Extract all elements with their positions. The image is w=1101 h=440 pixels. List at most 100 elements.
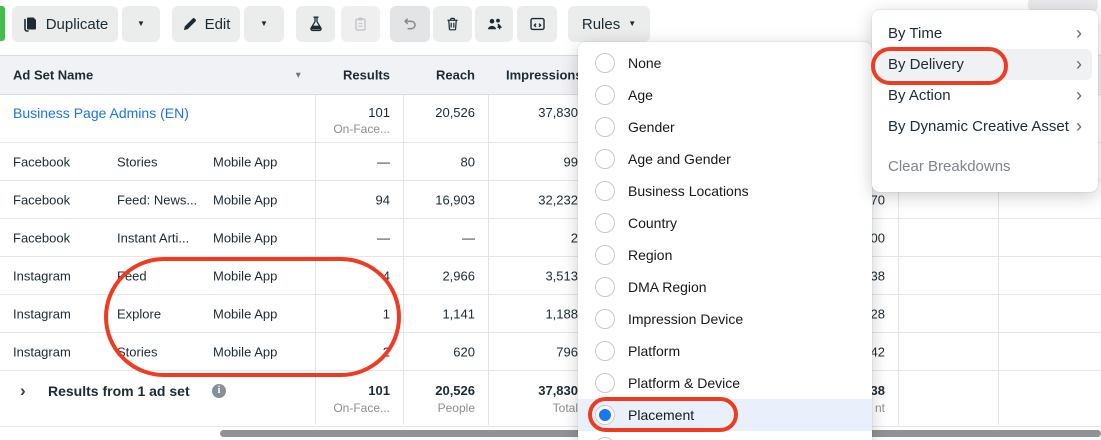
chevron-right-icon: › xyxy=(1076,85,1082,105)
clipboard-button xyxy=(341,6,380,42)
breakdown-option-gender[interactable]: Gender xyxy=(578,111,872,143)
summary-reach: 20,526 xyxy=(435,383,475,398)
breakdown-option-platform-and-device[interactable]: Platform & Device xyxy=(578,367,872,399)
placement-cell: Feed xyxy=(117,268,147,283)
duplicate-button[interactable]: Duplicate xyxy=(12,6,118,42)
duplicate-dropdown-button[interactable]: ▼ xyxy=(122,6,160,42)
expand-chevron-icon[interactable]: › xyxy=(20,381,26,401)
impressions-value: 796 xyxy=(556,344,578,359)
clipped-value: 00 xyxy=(870,230,885,245)
chevron-down-icon: ▼ xyxy=(137,19,145,28)
impressions-value: 1,188 xyxy=(545,306,578,321)
device-cell: Mobile App xyxy=(213,268,278,283)
menu-item-by-action[interactable]: By Action › xyxy=(872,80,1098,111)
header-reach[interactable]: Reach xyxy=(436,68,475,83)
impressions-value: 32,232 xyxy=(538,192,578,207)
placement-cell: Instant Arti... xyxy=(117,230,190,245)
menu-item-clear-breakdowns[interactable]: Clear Breakdowns xyxy=(872,152,1098,180)
clipped-value: 28 xyxy=(870,306,885,321)
radio-icon[interactable] xyxy=(595,373,615,393)
option-label: Platform xyxy=(628,343,681,359)
platform-cell: Facebook xyxy=(13,230,71,245)
table-row[interactable]: Facebook Instant Arti... Mobile App — — … xyxy=(0,219,1101,257)
radio-icon[interactable] xyxy=(595,181,615,201)
placement-cell: Stories xyxy=(117,154,158,169)
device-cell: Mobile App xyxy=(213,154,278,169)
chevron-right-icon: › xyxy=(1076,116,1082,136)
option-label: DMA Region xyxy=(628,279,707,295)
radio-icon[interactable] xyxy=(595,149,615,169)
menu-item-by-delivery[interactable]: By Delivery › xyxy=(878,49,1092,80)
impressions-value: 3,513 xyxy=(545,268,578,283)
radio-icon[interactable] xyxy=(595,85,615,105)
chevron-right-icon: › xyxy=(1076,54,1082,74)
results-subtext: On-Face... xyxy=(333,122,390,136)
reach-value: 80 xyxy=(460,154,475,169)
trash-icon xyxy=(445,16,460,32)
ad-set-link[interactable]: Business Page Admins (EN) xyxy=(13,105,189,121)
reach-value: 16,903 xyxy=(435,192,475,207)
radio-icon[interactable] xyxy=(595,341,615,361)
breakdown-option-partial[interactable] xyxy=(578,431,872,440)
radio-icon[interactable] xyxy=(595,53,615,73)
ads-manager-screen: Duplicate ▼ Edit ▼ Rules ▼ Ad Set Name ▾… xyxy=(0,0,1101,440)
menu-item-by-time[interactable]: By Time › xyxy=(872,18,1098,49)
breakdown-option-placement[interactable]: Placement xyxy=(578,399,872,431)
radio-icon[interactable] xyxy=(595,213,615,233)
header-results[interactable]: Results xyxy=(343,68,390,83)
breakdown-option-age[interactable]: Age xyxy=(578,79,872,111)
option-label: None xyxy=(628,55,662,71)
device-cell: Mobile App xyxy=(213,306,278,321)
radio-icon[interactable] xyxy=(595,245,615,265)
option-label: Country xyxy=(628,215,678,231)
breakdown-option-none[interactable]: None xyxy=(578,47,872,79)
option-label: Platform & Device xyxy=(628,375,741,391)
breakdown-option-region[interactable]: Region xyxy=(578,239,872,271)
rules-label: Rules xyxy=(581,15,621,33)
menu-item-by-dynamic-creative-asset[interactable]: By Dynamic Creative Asset › xyxy=(872,111,1098,142)
radio-icon[interactable] xyxy=(595,309,615,329)
flask-icon xyxy=(308,16,324,32)
breakdown-option-age-and-gender[interactable]: Age and Gender xyxy=(578,143,872,175)
results-value: 94 xyxy=(375,192,390,207)
breakdown-option-business-locations[interactable]: Business Locations xyxy=(578,175,872,207)
table-row[interactable]: Instagram Stories Mobile App 2 620 796 4… xyxy=(0,333,1101,371)
radio-icon[interactable] xyxy=(595,277,615,297)
platform-cell: Instagram xyxy=(13,268,71,283)
radio-selected-icon[interactable] xyxy=(595,405,615,425)
placement-cell: Stories xyxy=(117,344,158,359)
table-row[interactable]: Instagram Feed Mobile App 4 2,966 3,513 … xyxy=(0,257,1101,295)
results-value: 4 xyxy=(382,268,390,283)
radio-icon[interactable] xyxy=(595,117,615,137)
edit-dropdown-button[interactable]: ▼ xyxy=(244,6,284,42)
table-row[interactable]: Instagram Explore Mobile App 1 1,141 1,1… xyxy=(0,295,1101,333)
breakdown-option-impression-device[interactable]: Impression Device xyxy=(578,303,872,335)
sort-caret-icon[interactable]: ▾ xyxy=(296,70,301,81)
create-button-edge[interactable] xyxy=(0,6,5,41)
clipped-value: 42 xyxy=(870,344,885,359)
breakdown-option-dma-region[interactable]: DMA Region xyxy=(578,271,872,303)
assign-people-button[interactable] xyxy=(475,6,513,42)
breakdown-delivery-dropdown: None Age Gender Age and Gender Business … xyxy=(578,42,872,440)
results-value: 101 xyxy=(368,105,390,120)
edit-pencil-icon xyxy=(182,17,197,32)
menu-label: By Delivery xyxy=(888,56,964,73)
breakdown-option-platform[interactable]: Platform xyxy=(578,335,872,367)
summary-row: › Results from 1 ad set i 101 On-Face...… xyxy=(0,371,1101,427)
preview-code-button[interactable] xyxy=(517,6,557,42)
platform-cell: Instagram xyxy=(13,306,71,321)
summary-clipped: 38 xyxy=(870,383,885,398)
header-ad-set-name[interactable]: Ad Set Name xyxy=(13,68,93,83)
duplicate-label: Duplicate xyxy=(45,15,109,33)
rules-button[interactable]: Rules ▼ xyxy=(568,6,650,42)
breakdown-context-menu: By Time › By Delivery › By Action › By D… xyxy=(872,10,1098,192)
chevron-right-icon: › xyxy=(1076,23,1082,43)
header-impressions[interactable]: Impressions xyxy=(506,68,583,83)
breakdown-option-country[interactable]: Country xyxy=(578,207,872,239)
ab-test-button[interactable] xyxy=(296,6,335,42)
edit-button[interactable]: Edit xyxy=(172,6,240,42)
info-icon[interactable]: i xyxy=(212,384,226,398)
summary-impressions-sub: Total xyxy=(552,401,578,415)
clipped-value: 70 xyxy=(870,192,885,207)
delete-button[interactable] xyxy=(433,6,472,42)
